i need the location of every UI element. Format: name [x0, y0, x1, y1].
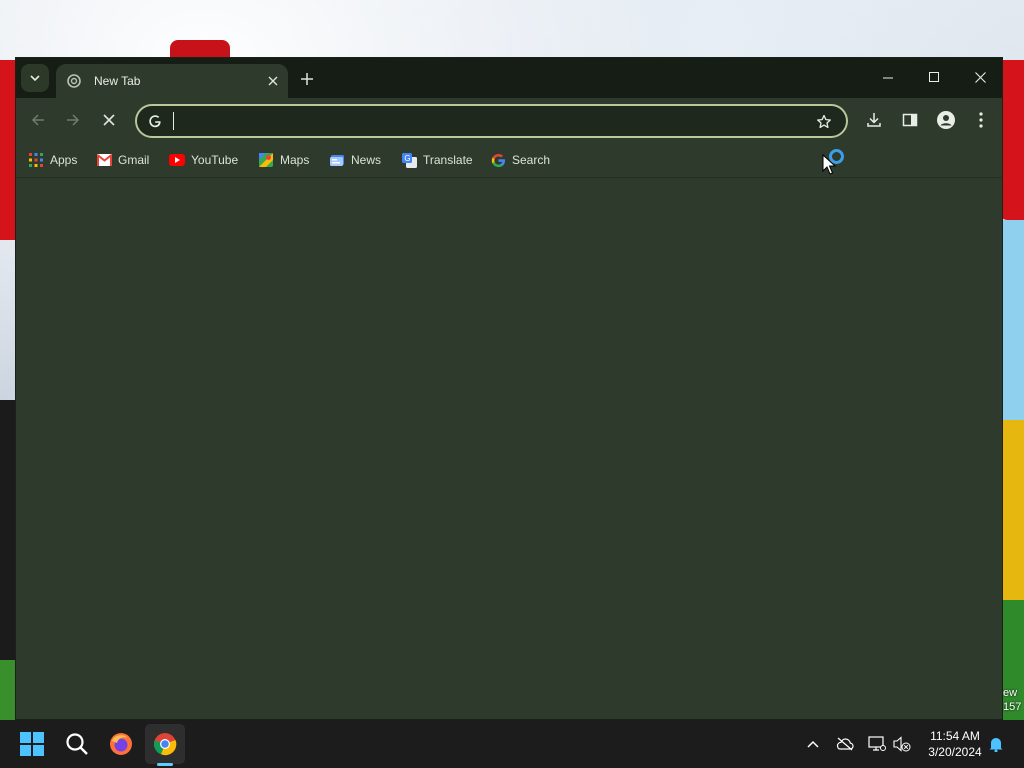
start-button[interactable] [12, 724, 52, 764]
google-icon [147, 113, 163, 129]
wallpaper-shape [1000, 420, 1024, 600]
page-content [16, 179, 1002, 719]
loading-tab-icon [66, 73, 82, 89]
browser-window: New Tab Apps Gmail YouTube Maps News G T… [15, 57, 1003, 720]
desktop-icon-label[interactable]: ew 157 [1003, 686, 1024, 714]
network-icon [868, 736, 886, 751]
side-panel-icon [902, 113, 918, 127]
volume-button[interactable] [892, 734, 912, 754]
profile-button[interactable] [932, 106, 960, 134]
windows-start-icon [20, 732, 44, 756]
bookmark-label: Gmail [118, 153, 150, 167]
bookmark-label: Translate [423, 153, 473, 167]
chrome-icon [153, 733, 177, 756]
network-button[interactable] [867, 734, 887, 754]
arrow-right-icon [67, 114, 80, 126]
taskbar-firefox-button[interactable] [101, 724, 141, 764]
address-bar[interactable] [135, 104, 848, 138]
bookmark-translate[interactable]: G Translate [401, 150, 473, 170]
download-icon [867, 113, 881, 127]
maps-icon [258, 152, 274, 168]
tab-new-tab[interactable]: New Tab [56, 64, 288, 98]
translate-icon: G [401, 152, 417, 168]
bookmark-gmail[interactable]: Gmail [96, 150, 149, 170]
chevron-up-icon [807, 740, 819, 748]
taskbar-clock[interactable]: 11:54 AM 3/20/2024 [918, 728, 992, 760]
tab-title: New Tab [94, 74, 141, 88]
forward-button[interactable] [59, 106, 87, 134]
side-panel-button[interactable] [896, 106, 924, 134]
avatar-icon [937, 111, 955, 129]
maximize-button[interactable] [911, 58, 957, 96]
bookmark-label: News [351, 153, 382, 167]
google-icon [490, 152, 506, 168]
cloud-offline-icon [836, 737, 854, 751]
bookmark-label: Search [512, 153, 551, 167]
bookmark-youtube[interactable]: YouTube [169, 150, 238, 170]
apps-grid-icon [28, 152, 44, 168]
text-caret [173, 112, 174, 130]
star-icon [817, 114, 831, 129]
desktop-label-line1: ew [1003, 687, 1018, 699]
wallpaper-shape [0, 660, 16, 720]
bookmarks-bar: Apps Gmail YouTube Maps News G Translate… [16, 142, 1002, 178]
plus-icon [301, 73, 313, 85]
mouse-cursor-icon [822, 154, 836, 175]
bookmark-search[interactable]: Search [490, 150, 550, 170]
title-bar: New Tab [16, 58, 1002, 98]
toolbar [16, 98, 1002, 142]
address-input[interactable] [171, 110, 791, 132]
youtube-icon [169, 152, 185, 168]
minimize-icon [882, 77, 893, 78]
menu-button[interactable] [967, 106, 995, 134]
bookmark-label: Maps [280, 153, 310, 167]
close-icon [268, 76, 278, 86]
search-icon [66, 733, 88, 755]
news-icon [329, 152, 345, 168]
close-tab-button[interactable] [262, 70, 284, 92]
arrow-left-icon [31, 114, 44, 126]
onedrive-button[interactable] [835, 734, 855, 754]
bookmark-apps[interactable]: Apps [28, 150, 77, 170]
chevron-down-icon [30, 75, 40, 82]
bookmark-star-button[interactable] [814, 112, 834, 132]
downloads-button[interactable] [860, 106, 888, 134]
tab-search-button[interactable] [21, 64, 49, 92]
firefox-icon [110, 733, 132, 755]
volume-muted-icon [893, 736, 911, 752]
svg-text:G: G [404, 154, 410, 163]
taskbar-search-button[interactable] [57, 724, 97, 764]
clock-date: 3/20/2024 [928, 745, 982, 759]
close-icon [974, 71, 986, 83]
minimize-button[interactable] [865, 58, 911, 96]
bookmark-news[interactable]: News [329, 150, 381, 170]
clock-time: 11:54 AM [930, 729, 980, 743]
taskbar: 11:54 AM 3/20/2024 [0, 720, 1024, 768]
wallpaper-shape [1000, 220, 1024, 420]
stop-loading-button[interactable] [95, 106, 123, 134]
new-tab-button[interactable] [294, 66, 320, 92]
active-app-indicator [157, 763, 173, 766]
bookmark-label: Apps [50, 153, 78, 167]
show-hidden-icons-button[interactable] [803, 734, 823, 754]
desktop-label-line2: 157 [1003, 701, 1022, 713]
back-button[interactable] [24, 106, 52, 134]
bookmark-maps[interactable]: Maps [258, 150, 309, 170]
bookmark-label: YouTube [191, 153, 239, 167]
wallpaper-shape [0, 400, 16, 660]
wallpaper-shape [170, 40, 230, 58]
close-window-button[interactable] [957, 58, 1002, 96]
taskbar-chrome-button[interactable] [145, 724, 185, 764]
maximize-icon [928, 71, 939, 82]
close-icon [103, 114, 115, 126]
notifications-button[interactable] [986, 734, 1006, 754]
more-vert-icon [979, 112, 983, 128]
bell-icon [989, 738, 1003, 752]
gmail-icon [96, 152, 112, 168]
